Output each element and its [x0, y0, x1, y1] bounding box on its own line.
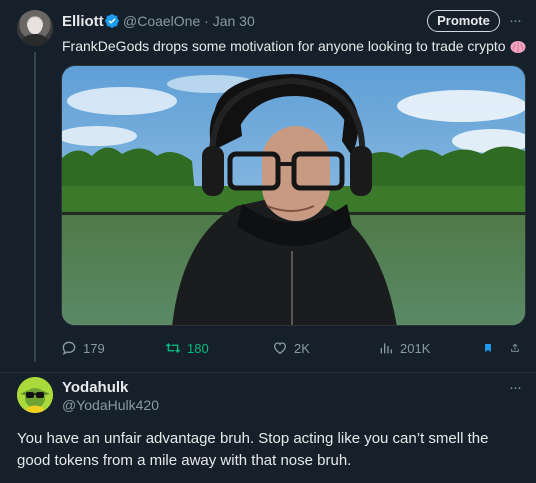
bookmark-button[interactable] [483, 338, 499, 358]
reply-author-avatar[interactable] [17, 377, 53, 413]
tweet-media-image[interactable] [61, 65, 526, 326]
brain-icon [510, 41, 526, 53]
author-name[interactable]: Elliott [62, 13, 104, 30]
verified-badge-icon [105, 14, 119, 28]
reply-author-name[interactable]: Yodahulk [62, 379, 128, 396]
video-still [62, 66, 525, 325]
share-button[interactable] [510, 338, 526, 358]
share-icon [511, 343, 519, 352]
reply-count: 179 [83, 340, 105, 356]
more-icon[interactable]: ··· [509, 379, 522, 396]
tweet-divider [0, 372, 536, 373]
more-icon[interactable]: ··· [509, 12, 522, 29]
bookmark-icon [485, 344, 491, 352]
like-button[interactable]: 2K [272, 338, 310, 358]
views-count: 201K [400, 340, 431, 356]
reply-text: You have an unfair advantage bruh. Stop … [17, 430, 489, 469]
retweet-button[interactable]: 180 [165, 338, 209, 358]
like-count: 2K [294, 340, 310, 356]
promote-button[interactable]: Promote [427, 10, 500, 32]
author-handle-and-date[interactable]: @CoaelOne · Jan 30 [123, 13, 255, 29]
reply-button[interactable]: 179 [61, 338, 105, 358]
retweet-icon [165, 343, 181, 353]
retweet-count: 180 [187, 340, 209, 356]
thread-connector-line [34, 52, 36, 362]
views-icon [380, 343, 392, 354]
reply-author-handle[interactable]: @YodaHulk420 [62, 397, 159, 413]
yoda-avatar-image [17, 377, 53, 413]
reply-icon [62, 341, 76, 355]
heart-icon [273, 342, 287, 355]
tweet-text-content: FrankDeGods drops some motivation for an… [62, 38, 506, 54]
views-button[interactable]: 201K [378, 338, 430, 358]
tweet-text: FrankDeGods drops some motivation for an… [62, 38, 526, 54]
author-avatar[interactable] [17, 10, 53, 46]
